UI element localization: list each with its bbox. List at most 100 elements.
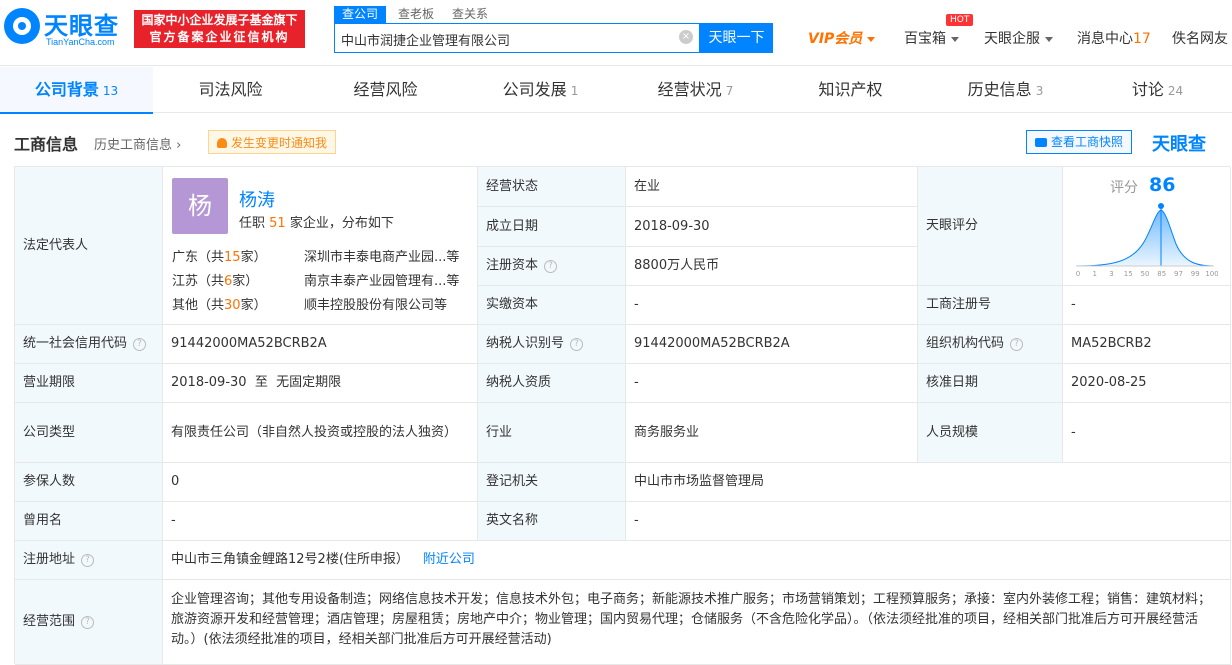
tab-company-background[interactable]: 公司背景 13	[0, 67, 153, 114]
tab-company-development[interactable]: 公司发展 1	[463, 67, 618, 113]
legal-rep-content: 杨 杨涛 任职 51 家企业，分布如下 广东（共15家） 深圳市丰泰电商产业园.…	[14, 166, 477, 324]
tab-label: 历史信息	[967, 80, 1032, 99]
snapshot-label: 查看工商快照	[1051, 135, 1124, 149]
score-label: 天眼评分	[918, 167, 1063, 286]
chevron-down-icon	[951, 36, 959, 42]
address-label: 注册地址?	[15, 541, 163, 580]
region-company[interactable]: 深圳市丰泰电商产业园...等	[304, 246, 459, 265]
chevron-down-icon	[867, 36, 876, 42]
qifu-label: 天眼企服	[984, 31, 1040, 47]
message-center-link[interactable]: 消息中心17	[1077, 28, 1151, 48]
company-type-value: 有限责任公司（非自然人投资或控股的法人独资）	[163, 403, 478, 463]
score-axis-tick-label: 99	[1191, 270, 1200, 278]
summary-prefix: 任职	[239, 216, 266, 231]
brand-watermark: 天眼查	[1152, 134, 1206, 155]
camera-icon	[1035, 138, 1047, 147]
search-tab-boss[interactable]: 查老板	[398, 6, 434, 23]
help-icon[interactable]: ?	[570, 337, 584, 351]
staff-size-label: 人员规模	[918, 403, 1063, 463]
help-icon[interactable]: ?	[133, 337, 147, 351]
org-code-label-text: 组织机构代码	[926, 336, 1005, 351]
tax-qual-label: 纳税人资质	[478, 364, 626, 403]
score-axis-tick-label: 50	[1141, 270, 1150, 278]
score-axis-ticks: 0 1 3 15 50 85 97 99 100	[1076, 270, 1218, 278]
credit-code-value: 91442000MA52BCRB2A	[163, 325, 478, 364]
help-icon[interactable]: ?	[1010, 337, 1024, 351]
message-label: 消息中心	[1077, 31, 1133, 47]
avatar[interactable]: 杨	[172, 178, 228, 234]
industry-value: 商务服务业	[626, 403, 918, 463]
reg-no-value: -	[1063, 286, 1231, 325]
badge-line1: 国家中小企业发展子基金旗下	[141, 13, 298, 27]
tab-operation-status[interactable]: 经营状况 7	[618, 67, 773, 113]
address-label-text: 注册地址	[23, 552, 76, 567]
help-icon[interactable]: ?	[81, 553, 95, 567]
status-label: 经营状态	[478, 167, 626, 207]
baibaoxiang-label: 百宝箱	[904, 31, 946, 47]
vip-menu[interactable]: VIP会员	[808, 28, 876, 48]
region-company[interactable]: 南京丰泰产业园管理有...等	[304, 270, 459, 289]
person-summary: 任职 51 家企业，分布如下	[239, 212, 394, 231]
scope-value: 企业管理咨询；其他专用设备制造；网络信息技术开发；信息技术外包；电子商务；新能源…	[163, 580, 1231, 665]
region-label: 其他（共30家）	[172, 294, 267, 313]
search-input[interactable]: 中山市润捷企业管理有限公司 ×	[334, 23, 700, 53]
reg-no-label: 工商注册号	[918, 286, 1063, 325]
search-tab-relation[interactable]: 查关系	[452, 6, 488, 23]
estab-label: 成立日期	[478, 207, 626, 247]
vip-label: VIP会员	[808, 31, 863, 47]
company-type-label: 公司类型	[15, 403, 163, 463]
score-axis-tick-label: 85	[1157, 270, 1166, 278]
qifu-menu[interactable]: 天眼企服	[984, 28, 1053, 48]
tab-label: 公司发展	[502, 80, 567, 99]
score-axis-tick-label: 0	[1076, 270, 1080, 278]
insured-label: 参保人数	[15, 463, 163, 502]
tab-history[interactable]: 历史信息 3	[928, 67, 1083, 113]
search-button[interactable]: 天眼一下	[700, 23, 773, 53]
tab-intellectual-property[interactable]: 知识产权	[773, 67, 928, 113]
tax-id-label: 纳税人识别号?	[478, 325, 626, 364]
tax-id-label-text: 纳税人识别号	[486, 336, 565, 351]
help-icon[interactable]: ?	[544, 259, 558, 273]
region-company[interactable]: 顺丰控股股份有限公司等	[304, 294, 447, 313]
scope-label: 经营范围?	[15, 580, 163, 665]
region-unit: 家）	[240, 298, 267, 313]
history-business-label: 历史工商信息	[94, 138, 173, 153]
tab-count: 13	[102, 84, 119, 98]
history-business-link[interactable]: 历史工商信息 ›	[94, 134, 181, 153]
tab-judicial-risk[interactable]: 司法风险	[153, 67, 308, 113]
capital-value: 8800万人民币	[626, 247, 918, 286]
notify-label: 发生变更时通知我	[231, 136, 328, 150]
person-name-link[interactable]: 杨涛	[239, 186, 275, 212]
tianyancha-logo[interactable]: 天眼查 TianYanCha.com	[4, 6, 128, 50]
user-menu[interactable]: 佚名网友	[1172, 28, 1228, 48]
hot-badge: HOT	[946, 14, 974, 26]
term-label: 营业期限	[15, 364, 163, 403]
nearby-companies-link[interactable]: 附近公司	[423, 550, 475, 570]
tab-discussion[interactable]: 讨论 24	[1083, 67, 1232, 113]
tab-count: 3	[1035, 84, 1044, 98]
tab-label: 讨论	[1131, 80, 1164, 99]
status-value: 在业	[626, 167, 918, 207]
top-header: 天眼查 TianYanCha.com 国家中小企业发展子基金旗下 官方备案企业征…	[0, 0, 1232, 66]
region-label: 广东（共15家）	[172, 246, 267, 265]
search-tab-company[interactable]: 查公司	[334, 6, 387, 23]
insured-value: 0	[163, 463, 478, 502]
address-value: 中山市三角镇金鲤路12号2楼(住所申报） 附近公司	[163, 541, 1231, 580]
region-unit: 家）	[232, 274, 259, 289]
official-badge: 国家中小企业发展子基金旗下 官方备案企业征信机构	[134, 10, 305, 48]
credit-code-label-text: 统一社会信用代码	[23, 336, 128, 351]
former-name-value: -	[163, 502, 478, 541]
snapshot-button[interactable]: 查看工商快照	[1026, 130, 1133, 154]
tab-operation-risk[interactable]: 经营风险	[308, 67, 463, 113]
english-name-label: 英文名称	[478, 502, 626, 541]
staff-size-value: -	[1063, 403, 1231, 463]
baibaoxiang-menu[interactable]: 百宝箱	[904, 28, 959, 48]
region-count: 15	[224, 250, 241, 265]
chevron-down-icon	[1045, 36, 1053, 42]
region-label: 江苏（共6家）	[172, 270, 258, 289]
help-icon[interactable]: ?	[81, 615, 95, 629]
capital-label-text: 注册资本	[486, 258, 539, 273]
notify-button[interactable]: 发生变更时通知我	[208, 130, 337, 154]
clear-icon[interactable]: ×	[679, 30, 693, 44]
region-name: 江苏（共	[172, 274, 225, 289]
